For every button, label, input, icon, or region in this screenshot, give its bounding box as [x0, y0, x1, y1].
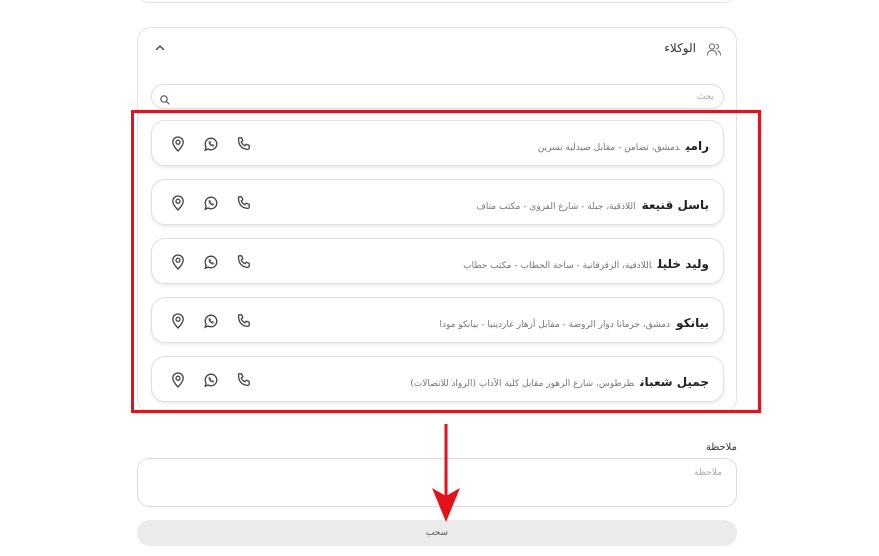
- users-icon: [706, 41, 722, 57]
- agents-search[interactable]: [151, 84, 724, 109]
- agent-name: باسل قنيعة: [641, 198, 709, 212]
- agent-info: بيانكو دمشق، جرمانا دوار الروضة - مقابل أ…: [439, 312, 709, 331]
- withdraw-button[interactable]: سحب: [137, 520, 737, 546]
- agents-card: الوكلاء رامي دمشق، تضامن - مقابل صيدلية ن…: [137, 27, 737, 413]
- agent-row[interactable]: باسل قنيعة اللاذقية، جبلة - شارع الفروي -…: [151, 179, 724, 225]
- chevron-up-icon[interactable]: [152, 40, 168, 56]
- location-pin-icon[interactable]: [169, 371, 187, 389]
- phone-icon[interactable]: [235, 194, 253, 212]
- whatsapp-icon[interactable]: [202, 312, 220, 330]
- agent-address: اللاذقية، الزقزقانية - ساحة الحطاب - مكت…: [463, 261, 652, 271]
- note-label: ملاحظة: [705, 442, 737, 453]
- location-pin-icon[interactable]: [169, 312, 187, 330]
- location-pin-icon[interactable]: [169, 194, 187, 212]
- agent-address: دمشق، تضامن - مقابل صيدلية نسرين: [537, 143, 680, 153]
- agent-name: بيانكو: [676, 316, 709, 330]
- phone-icon[interactable]: [235, 371, 253, 389]
- whatsapp-icon[interactable]: [202, 194, 220, 212]
- phone-icon[interactable]: [235, 135, 253, 153]
- search-icon: [159, 91, 171, 105]
- location-pin-icon[interactable]: [169, 253, 187, 271]
- agent-name: جميل شعبان: [640, 375, 709, 389]
- agent-row[interactable]: جميل شعبان طرطوس، شارع الزهور مقابل كلية …: [151, 356, 724, 402]
- whatsapp-icon[interactable]: [202, 253, 220, 271]
- agents-title: الوكلاء: [664, 41, 696, 55]
- agent-row[interactable]: بيانكو دمشق، جرمانا دوار الروضة - مقابل أ…: [151, 297, 724, 343]
- agents-card-header[interactable]: الوكلاء: [138, 28, 736, 72]
- agent-name: رامي: [685, 139, 709, 153]
- agent-row[interactable]: رامي دمشق، تضامن - مقابل صيدلية نسرين: [151, 120, 724, 166]
- agent-info: رامي دمشق، تضامن - مقابل صيدلية نسرين: [538, 135, 709, 154]
- agent-info: باسل قنيعة اللاذقية، جبلة - شارع الفروي -…: [477, 194, 709, 213]
- phone-icon[interactable]: [235, 312, 253, 330]
- whatsapp-icon[interactable]: [202, 135, 220, 153]
- agent-address: دمشق، جرمانا دوار الروضة - مقابل أزهار غ…: [439, 320, 671, 330]
- search-input[interactable]: [176, 87, 716, 106]
- agent-name: وليد خليل: [657, 257, 709, 271]
- whatsapp-icon[interactable]: [202, 371, 220, 389]
- agent-row[interactable]: وليد خليل اللاذقية، الزقزقانية - ساحة الح…: [151, 238, 724, 284]
- agent-info: وليد خليل اللاذقية، الزقزقانية - ساحة الح…: [463, 253, 709, 272]
- phone-icon[interactable]: [235, 253, 253, 271]
- note-field[interactable]: [137, 458, 737, 507]
- location-pin-icon[interactable]: [169, 135, 187, 153]
- agent-address: اللاذقية، جبلة - شارع الفروي - مكتب مناف: [476, 202, 636, 212]
- agent-info: جميل شعبان طرطوس، شارع الزهور مقابل كلية …: [410, 371, 709, 390]
- agent-list: رامي دمشق، تضامن - مقابل صيدلية نسرين باس…: [151, 120, 724, 415]
- previous-card-bottom: [137, 0, 737, 3]
- agent-address: طرطوس، شارع الزهور مقابل كلية الآداب (ال…: [410, 379, 635, 389]
